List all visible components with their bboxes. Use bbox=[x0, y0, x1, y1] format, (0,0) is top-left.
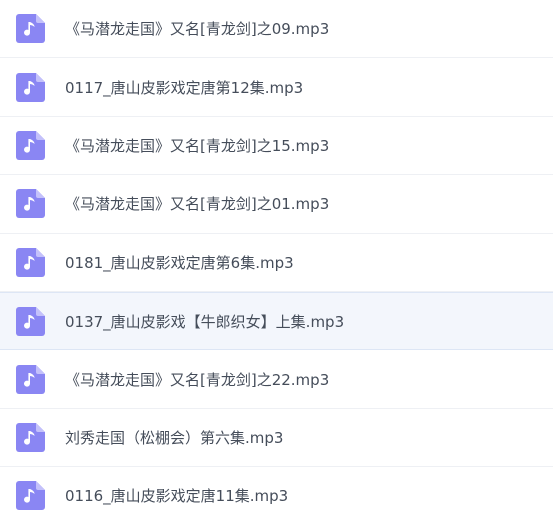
audio-file-icon bbox=[16, 130, 45, 160]
file-row[interactable]: 《马潜龙走国》又名[青龙剑]之09.mp3 bbox=[0, 0, 553, 59]
file-name[interactable]: 《马潜龙走国》又名[青龙剑]之22.mp3 bbox=[65, 369, 329, 390]
audio-file-icon bbox=[16, 14, 45, 44]
file-name[interactable]: 《马潜龙走国》又名[青龙剑]之09.mp3 bbox=[65, 18, 329, 39]
file-row[interactable]: 《马潜龙走国》又名[青龙剑]之15.mp3 bbox=[0, 117, 553, 176]
file-name[interactable]: 0116_唐山皮影戏定唐11集.mp3 bbox=[65, 485, 288, 506]
audio-file-icon bbox=[16, 481, 45, 511]
audio-file-icon bbox=[16, 189, 45, 219]
file-name[interactable]: 0117_唐山皮影戏定唐第12集.mp3 bbox=[65, 77, 303, 98]
file-name[interactable]: 《马潜龙走国》又名[青龙剑]之15.mp3 bbox=[65, 135, 329, 156]
file-list: 《马潜龙走国》又名[青龙剑]之09.mp3 0117_唐山皮影戏定唐第12集.m… bbox=[0, 0, 553, 523]
file-row[interactable]: 《马潜龙走国》又名[青龙剑]之01.mp3 bbox=[0, 175, 553, 234]
file-row[interactable]: 0181_唐山皮影戏定唐第6集.mp3 bbox=[0, 234, 553, 292]
audio-file-icon bbox=[16, 364, 45, 394]
file-name[interactable]: 0137_唐山皮影戏【牛郎织女】上集.mp3 bbox=[65, 311, 344, 332]
file-row-hovered[interactable]: 0137_唐山皮影戏【牛郎织女】上集.mp3 bbox=[0, 291, 553, 351]
audio-file-icon bbox=[16, 306, 45, 336]
file-row[interactable]: 刘秀走国（松棚会）第六集.mp3 bbox=[0, 409, 553, 468]
file-row[interactable]: 《马潜龙走国》又名[青龙剑]之22.mp3 bbox=[0, 350, 553, 409]
audio-file-icon bbox=[16, 72, 45, 102]
audio-file-icon bbox=[16, 247, 45, 277]
file-name[interactable]: 《马潜龙走国》又名[青龙剑]之01.mp3 bbox=[65, 193, 329, 214]
file-row[interactable]: 0116_唐山皮影戏定唐11集.mp3 bbox=[0, 467, 553, 523]
audio-file-icon bbox=[16, 422, 45, 452]
file-name[interactable]: 刘秀走国（松棚会）第六集.mp3 bbox=[65, 427, 283, 448]
file-name[interactable]: 0181_唐山皮影戏定唐第6集.mp3 bbox=[65, 252, 294, 273]
file-row[interactable]: 0117_唐山皮影戏定唐第12集.mp3 bbox=[0, 58, 553, 117]
